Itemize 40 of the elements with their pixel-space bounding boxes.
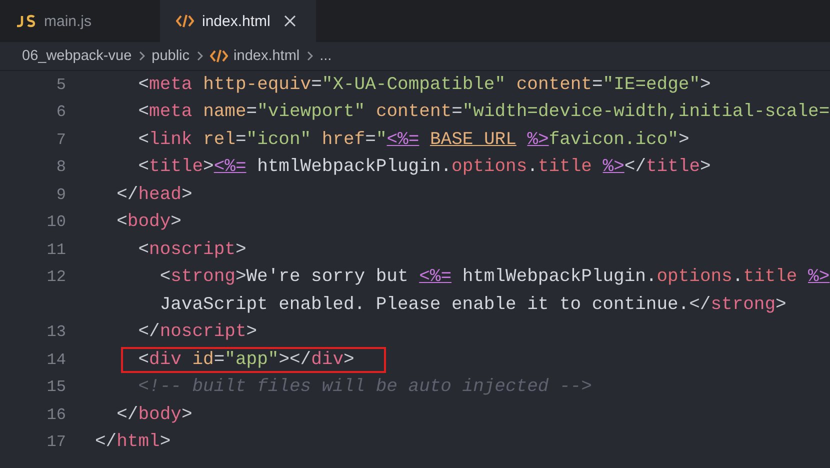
line-number: 17 [46,433,66,452]
chevron-icon [306,50,314,62]
line-number: 8 [55,158,66,176]
line-number: 6 [55,103,66,122]
line-number: 7 [55,130,66,149]
code-line: <body> [116,212,182,232]
line-number: 5 [55,76,66,94]
code-line: </head> [116,184,192,205]
code-brackets-icon [210,49,228,63]
breadcrumb-item[interactable]: public [152,48,190,64]
breadcrumb-item[interactable]: 06_webpack-vue [22,48,132,64]
chevron-icon [138,50,146,62]
line-number: 13 [46,323,66,342]
code-line: <meta name="viewport" content="width=device-width,initial-scale= [138,102,830,122]
line-number: 11 [46,240,66,259]
chevron-icon [196,50,204,62]
code-line: <title><%= htmlWebpackPlugin.options.title %></title> [138,157,711,178]
code-line: <noscript> [138,240,246,260]
code-line: <strong>We're sorry but <%= htmlWebpackPlugin.options.title %> [160,267,830,288]
code-line: JavaScript enabled. Please enable it to continue.</strong> [160,294,786,315]
code-line: <!-- built files will be auto injected --> [138,377,592,398]
code-line: <div id="app"></div> [123,348,384,371]
breadcrumb-item[interactable]: index.html [234,48,300,64]
code-line: </noscript> [138,322,258,342]
line-number: 14 [46,350,66,369]
breadcrumb-item[interactable]: ... [320,48,332,64]
editor-tab[interactable]: index.html [160,0,316,42]
code-line: <link rel="icon" href="<%= BASE_URL %>favicon.ico"> [138,130,690,150]
code-line: </html> [95,432,171,452]
line-number: 9 [55,186,66,204]
editor-tab[interactable]: main.js [0,0,160,42]
line-number: 16 [46,406,66,424]
line-number: 10 [46,213,66,232]
close-icon[interactable] [284,15,296,27]
code-brackets-icon [176,14,194,28]
code-line: </body> [116,404,192,425]
line-number: 15 [46,378,66,396]
code-line: <meta http-equiv="X-UA-Compatible" content="IE=edge"> [138,74,711,95]
js-file-icon [16,14,36,28]
line-number: 12 [46,268,66,286]
